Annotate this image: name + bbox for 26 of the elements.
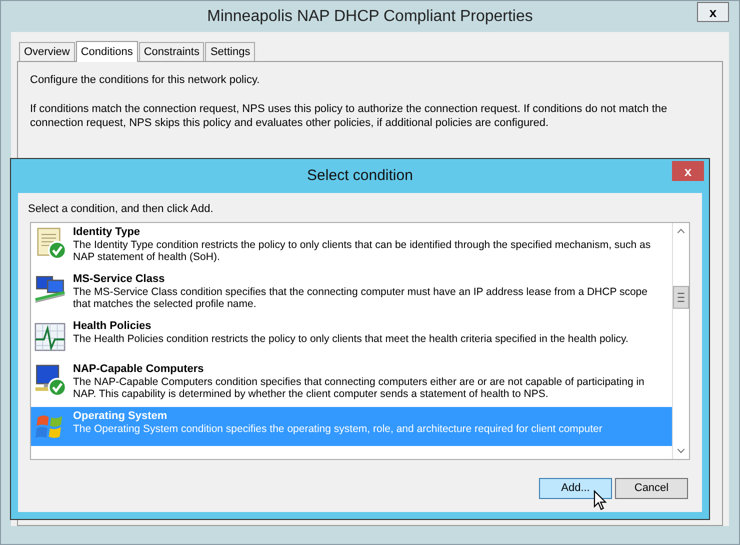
tab[interactable]: Settings (205, 42, 256, 61)
close-button[interactable]: x (697, 2, 729, 22)
tab[interactable]: Overview (19, 42, 75, 61)
window-title: Minneapolis NAP DHCP Compliant Properties (207, 6, 533, 26)
intro-text: Configure the conditions for this network policy. (30, 73, 261, 88)
condition-name: Operating System (73, 410, 168, 422)
explanation-text: If conditions match the connection request, NPS uses this policy to authorize the connection request. If conditions do not match the connection request, NPS skips this policy and evaluates other policies, if additional policies are configured. (30, 102, 668, 130)
tab[interactable]: Constraints (138, 42, 204, 61)
dialog-button[interactable]: Add... (539, 478, 612, 498)
condition-name: NAP-Capable Computers (73, 362, 205, 376)
condition-description: The NAP-Capable Computers condition specifies that connecting computers either are or are not capable of participating in NAP. This capability is determined by whether the client computer sends a statement of health to NPS. (73, 376, 646, 400)
dialog-title: Select condition (307, 166, 413, 186)
mouse-pointer-icon (593, 490, 607, 511)
instruction-text: Select a condition, and then click Add. (28, 202, 214, 217)
condition-name: Identity Type (73, 226, 142, 238)
condition-description: The Operating System condition specifies the operating system, role, and architecture required for client computer (73, 422, 604, 435)
dialog-button[interactable]: Cancel (615, 478, 688, 498)
condition-description: The MS-Service Class condition specifies that the connecting computer must have an IP address lease from a DHCP scope that matches the selected profile name. (73, 286, 648, 310)
close-button[interactable]: x (672, 161, 704, 181)
tab[interactable]: Conditions (76, 41, 138, 62)
condition-name: Health Policies (73, 320, 152, 332)
condition-description: The Identity Type condition restricts the policy to only clients that can be identified through the specified mechanism, such as NAP statement of health (SoH). (73, 238, 652, 264)
scrollbar[interactable] (672, 222, 689, 458)
computer-check-icon (33, 362, 67, 396)
condition-description: The Health Policies condition restricts the policy to only clients that meet the health criteria specified in the health policy. (73, 332, 630, 345)
condition-name: MS-Service Class (73, 272, 166, 286)
